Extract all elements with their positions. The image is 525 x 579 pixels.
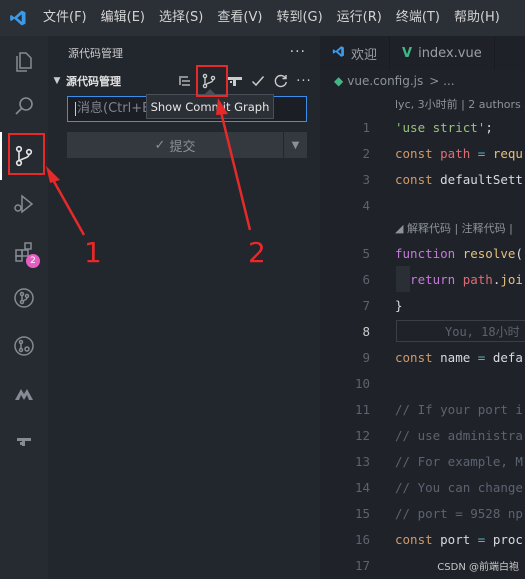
- annotation-label-1: 1: [84, 236, 102, 269]
- annotation-label-2: 2: [248, 236, 266, 269]
- annotation-arrows: [46, 98, 252, 236]
